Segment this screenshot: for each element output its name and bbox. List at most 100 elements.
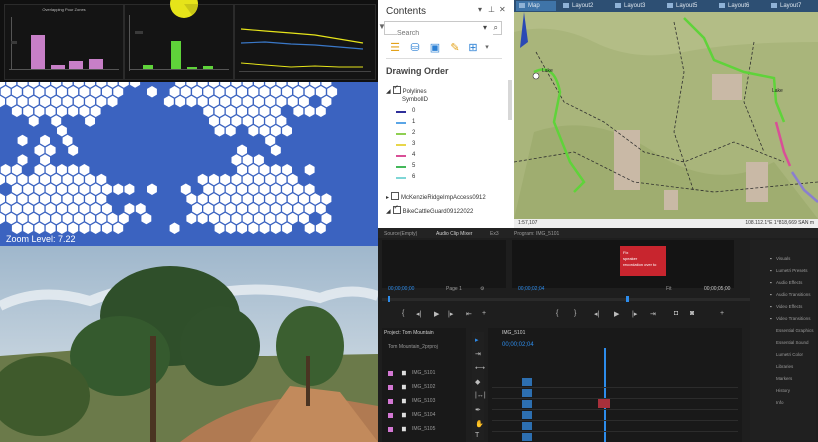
program-lift-button[interactable]: ⇥	[650, 310, 656, 318]
page-selector[interactable]: Page 1	[446, 286, 462, 292]
expand-icon[interactable]: ◢	[386, 209, 391, 215]
options-icon[interactable]: ▾	[478, 5, 482, 14]
symbol-swatch[interactable]	[396, 133, 406, 135]
symbol-swatch[interactable]	[396, 155, 406, 157]
layer-polylines[interactable]: ◢ Polylines	[386, 84, 427, 95]
map-scale[interactable]: 1:57,107	[518, 219, 537, 228]
fit-selector[interactable]: Fit	[666, 286, 672, 292]
list-by-editing-icon[interactable]: ✎	[448, 41, 462, 55]
program-compare-button[interactable]: ◙	[690, 310, 694, 317]
list-by-drawing-order-icon[interactable]: ☰	[388, 41, 402, 55]
track-target-toggle[interactable]	[522, 411, 532, 419]
mark-in-button[interactable]: {	[402, 310, 404, 317]
close-icon[interactable]: ✕	[499, 5, 506, 14]
program-add-button[interactable]: +	[720, 310, 724, 317]
play-button[interactable]: ▶	[434, 310, 439, 318]
effects-list-item[interactable]: Lumetri Color	[776, 352, 803, 357]
layer-visibility-checkbox[interactable]	[392, 84, 401, 94]
tab-layout3[interactable]: Layout3	[612, 1, 658, 11]
timeline-clip[interactable]	[598, 398, 610, 408]
hand-tool-icon[interactable]: ✋	[475, 420, 484, 428]
program-timecode[interactable]: 00;00;02;04	[518, 286, 544, 292]
toolbar-more-icon[interactable]: ▾	[480, 41, 494, 55]
effects-list-item[interactable]: Info	[776, 400, 784, 405]
scrollbar[interactable]	[508, 80, 512, 120]
tab-effects[interactable]: Ex3	[490, 231, 499, 237]
list-by-selection-icon[interactable]: ▣	[428, 41, 442, 55]
effects-list-item[interactable]: Video Effects	[776, 304, 802, 309]
effects-list-item[interactable]: Essential Sound	[776, 340, 809, 345]
source-monitor[interactable]	[382, 240, 506, 288]
search-icon[interactable]: ⌕	[494, 23, 498, 33]
project-search-field[interactable]: Tom Mountain_2prproj	[388, 344, 438, 350]
track-target-toggle[interactable]	[522, 389, 532, 397]
symbol-swatch[interactable]	[396, 144, 406, 146]
playhead-source[interactable]	[388, 296, 390, 302]
file-name[interactable]: IMG_5104	[412, 412, 435, 418]
effects-list-item[interactable]: Lumetri Presets	[776, 268, 808, 273]
effects-list-item[interactable]: Audio Effects	[776, 280, 802, 285]
tab-source[interactable]: Source(Empty)	[384, 231, 417, 237]
tab-layout2[interactable]: Layout2	[560, 1, 606, 11]
pen-tool-icon[interactable]: ✒	[475, 406, 481, 414]
hex-grid-map[interactable]	[0, 82, 378, 246]
program-mark-out-button[interactable]: }	[574, 310, 576, 317]
tab-layout6[interactable]: Layout6	[716, 1, 762, 11]
file-name[interactable]: IMG_5103	[412, 398, 435, 404]
effects-list-item[interactable]: Markers	[776, 376, 792, 381]
track-target-toggle[interactable]	[522, 400, 532, 408]
step-forward-button[interactable]: |▸	[448, 310, 453, 318]
add-button[interactable]: +	[482, 310, 486, 317]
layer-visibility-checkbox[interactable]	[392, 204, 401, 214]
file-name[interactable]: IMG_5102	[412, 384, 435, 390]
step-back-button[interactable]: ◂|	[416, 310, 421, 318]
program-mark-in-button[interactable]: {	[556, 310, 558, 317]
symbol-swatch[interactable]	[396, 166, 406, 168]
search-field[interactable]: ⌕ ▾	[384, 21, 502, 39]
timeline-tab[interactable]: IMG_5101	[502, 330, 525, 336]
effects-list-item[interactable]: Video Transitions	[776, 316, 810, 321]
list-by-source-icon[interactable]: ⛁	[408, 41, 422, 55]
selection-tool-icon[interactable]: ▸	[475, 336, 479, 344]
layer-visibility-checkbox[interactable]	[391, 192, 400, 200]
insert-button[interactable]: ⇤	[466, 310, 472, 318]
timeline-timecode[interactable]: 00;00;02;04	[502, 342, 534, 348]
track-target-toggle[interactable]	[522, 422, 532, 430]
list-by-snapping-icon[interactable]: ⊞	[466, 41, 480, 55]
file-name[interactable]: IMG_5101	[412, 370, 435, 376]
project-tab[interactable]: Project: Tom Mountain	[384, 330, 434, 336]
effects-list-item[interactable]: Audio Transitions	[776, 292, 811, 297]
track-target-toggle[interactable]	[522, 433, 532, 441]
ripple-edit-tool-icon[interactable]: ⟷	[475, 364, 485, 372]
slip-tool-icon[interactable]: |↔|	[475, 392, 486, 399]
tab-map[interactable]: Map	[516, 1, 556, 11]
tab-audio-mixer[interactable]: Audio Clip Mixer	[436, 231, 472, 237]
effects-list-item[interactable]: History	[776, 388, 790, 393]
program-step-back-button[interactable]: ◂|	[594, 310, 599, 318]
layer-bike-cattle-guard[interactable]: ◢ BikeCattleGuard09122022	[386, 204, 473, 215]
symbol-swatch[interactable]	[396, 122, 406, 124]
pin-icon[interactable]: ⊥	[488, 5, 495, 14]
track-select-tool-icon[interactable]: ⇥	[475, 350, 481, 358]
symbol-swatch[interactable]	[396, 177, 406, 179]
settings-icon[interactable]: ⚙	[480, 286, 484, 292]
file-name[interactable]: IMG_5105	[412, 426, 435, 432]
effects-list-item[interactable]: Visuals	[776, 256, 790, 261]
timeline-playhead[interactable]	[604, 348, 606, 442]
source-timecode-in[interactable]: 00;00;00;00	[388, 286, 414, 292]
symbol-swatch[interactable]	[396, 111, 406, 113]
map-view[interactable]: Map Layout2 Layout3 Layout5 Layout6 Layo…	[514, 0, 818, 228]
program-play-button[interactable]: ▶	[614, 310, 619, 318]
expand-icon[interactable]: ◢	[386, 89, 391, 95]
type-tool-icon[interactable]: T	[475, 432, 479, 439]
playhead-program[interactable]	[626, 296, 629, 302]
search-input[interactable]	[397, 28, 493, 39]
razor-tool-icon[interactable]: ◆	[475, 378, 480, 386]
tab-program[interactable]: Program: IMG_5101	[514, 231, 559, 237]
track-target-toggle[interactable]	[522, 378, 532, 386]
effects-list-item[interactable]: Essential Graphics	[776, 328, 814, 333]
layer-mckenzie-ridge[interactable]: ▸ McKenzieRidgeImpAccess0912	[386, 192, 486, 201]
search-dropdown-icon[interactable]: ▾	[483, 23, 487, 32]
tab-layout5[interactable]: Layout5	[664, 1, 710, 11]
program-step-forward-button[interactable]: |▸	[632, 310, 637, 318]
